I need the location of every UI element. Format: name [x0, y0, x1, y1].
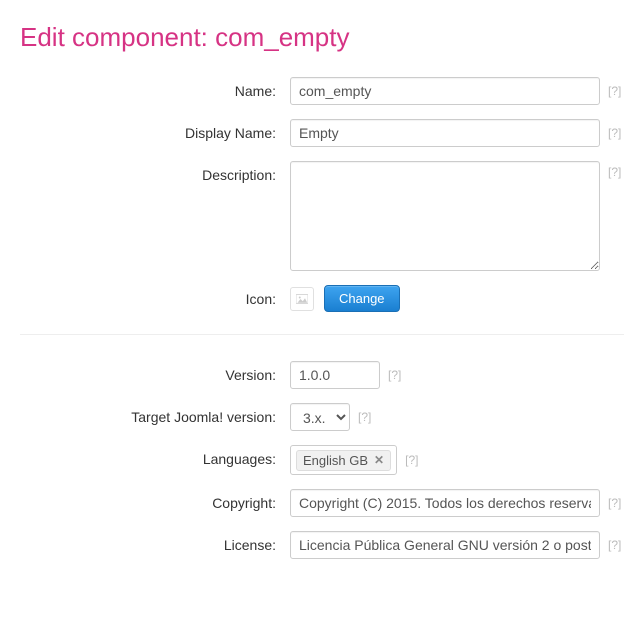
label-target-joomla: Target Joomla! version: [20, 403, 290, 425]
language-tag-label: English GB [303, 453, 368, 468]
help-icon[interactable]: [?] [405, 453, 418, 467]
display-name-input[interactable] [290, 119, 600, 147]
label-license: License: [20, 531, 290, 553]
help-icon[interactable]: [?] [388, 368, 401, 382]
language-tag: English GB ✕ [296, 450, 391, 471]
label-display-name: Display Name: [20, 119, 290, 141]
row-license: License: [?] [20, 531, 624, 559]
help-icon[interactable]: [?] [608, 165, 621, 179]
languages-tagbox[interactable]: English GB ✕ [290, 445, 397, 475]
change-button[interactable]: Change [324, 285, 400, 312]
target-joomla-select[interactable]: 3.x.x [290, 403, 350, 431]
help-icon[interactable]: [?] [358, 410, 371, 424]
row-target-joomla: Target Joomla! version: 3.x.x [?] [20, 403, 624, 431]
label-version: Version: [20, 361, 290, 383]
section-divider [20, 334, 624, 335]
label-icon: Icon: [20, 285, 290, 307]
help-icon[interactable]: [?] [608, 538, 621, 552]
row-languages: Languages: English GB ✕ [?] [20, 445, 624, 475]
label-languages: Languages: [20, 445, 290, 467]
label-description: Description: [20, 161, 290, 183]
label-copyright: Copyright: [20, 489, 290, 511]
row-version: Version: [?] [20, 361, 624, 389]
version-input[interactable] [290, 361, 380, 389]
help-icon[interactable]: [?] [608, 126, 621, 140]
description-textarea[interactable] [290, 161, 600, 271]
label-name: Name: [20, 77, 290, 99]
license-input[interactable] [290, 531, 600, 559]
image-placeholder-icon [290, 287, 314, 311]
row-name: Name: [?] [20, 77, 624, 105]
copyright-input[interactable] [290, 489, 600, 517]
remove-tag-icon[interactable]: ✕ [374, 453, 384, 467]
row-display-name: Display Name: [?] [20, 119, 624, 147]
row-description: Description: [?] [20, 161, 624, 271]
page-title: Edit component: com_empty [20, 22, 624, 53]
row-copyright: Copyright: [?] [20, 489, 624, 517]
name-input[interactable] [290, 77, 600, 105]
help-icon[interactable]: [?] [608, 84, 621, 98]
row-icon: Icon: Change [20, 285, 624, 312]
help-icon[interactable]: [?] [608, 496, 621, 510]
